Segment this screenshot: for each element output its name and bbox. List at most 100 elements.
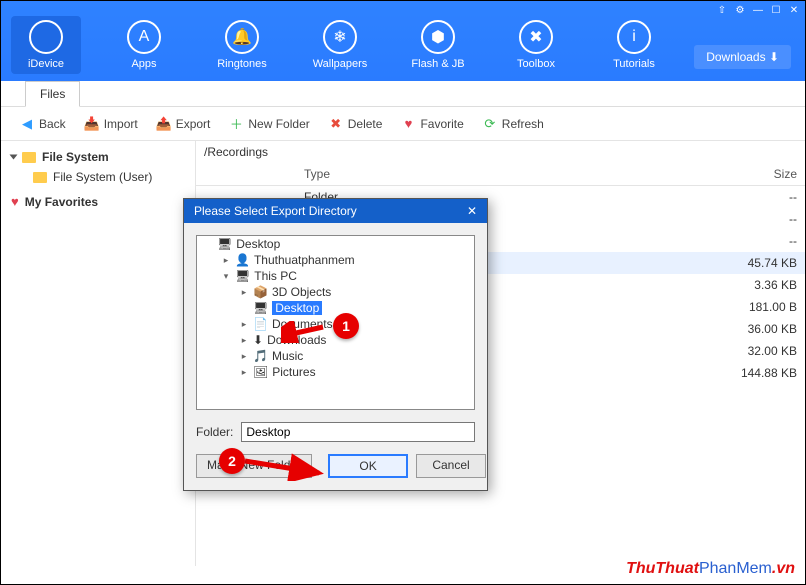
maximize-icon[interactable]: ☐ [769, 3, 783, 17]
folder-tree-item[interactable]: ▸ 🖼 Pictures [197, 364, 474, 380]
tree-file-system-user[interactable]: File System (User) [5, 167, 191, 187]
nav-ringtones[interactable]: 🔔 Ringtones [207, 16, 277, 74]
tab-files[interactable]: Files [25, 81, 80, 107]
import-icon: 📥 [84, 116, 100, 132]
favorite-button[interactable]: ♥Favorite [400, 116, 463, 132]
apple-icon [29, 20, 63, 54]
window-controls: ⇧ ⚙ — ☐ ✕ [715, 3, 801, 17]
nav-toolbox[interactable]: ✖ Toolbox [501, 16, 571, 74]
cell-size: 45.74 KB [705, 255, 805, 271]
chevron-down-icon [10, 155, 18, 160]
favorite-icon: ♥ [400, 116, 416, 132]
col-spacer [196, 163, 296, 185]
nav-label: Ringtones [217, 58, 267, 70]
sidebar-tree: File System File System (User) ♥ My Favo… [1, 141, 196, 566]
folder-input[interactable] [241, 422, 475, 442]
delete-button[interactable]: ✖Delete [328, 116, 383, 132]
tree-my-favorites[interactable]: ♥ My Favorites [5, 191, 191, 212]
nav-label: Toolbox [517, 58, 555, 70]
ok-button[interactable]: OK [328, 454, 408, 478]
folder-label: Folder: [196, 425, 233, 439]
nav-wallpapers[interactable]: ❄ Wallpapers [305, 16, 375, 74]
chevron-icon: ▸ [239, 367, 249, 378]
tabs-row: Files [1, 81, 805, 107]
annotation-badge-2: 2 [219, 448, 245, 474]
folder-tree-item[interactable]: ▾ 🖥 This PC [197, 268, 474, 284]
folder-tree-label: Thuthuatphanmem [254, 253, 355, 267]
close-icon[interactable]: ✕ [787, 3, 801, 17]
chevron-icon: ▸ [221, 255, 231, 266]
folder-tree-label: Pictures [272, 365, 315, 379]
nav-tutorials[interactable]: i Tutorials [599, 16, 669, 74]
export-button[interactable]: 📤Export [156, 116, 211, 132]
tree-label: File System (User) [53, 170, 152, 184]
tree-file-system[interactable]: File System [5, 147, 191, 167]
folder-icon: 🖥 [235, 269, 250, 283]
chevron-icon: ▾ [221, 271, 231, 282]
folder-tree-label: 3D Objects [272, 285, 331, 299]
cell-size: 3.36 KB [705, 277, 805, 293]
refresh-icon: ⟳ [482, 116, 498, 132]
new-folder-icon: ＋ [228, 116, 244, 132]
folder-tree-label: Music [272, 349, 303, 363]
nav-idevice[interactable]: iDevice [11, 16, 81, 74]
folder-icon: 🖼 [253, 365, 268, 379]
refresh-label: Refresh [502, 117, 544, 131]
back-label: Back [39, 117, 66, 131]
cell-size: 32.00 KB [705, 343, 805, 359]
export-directory-dialog: Please Select Export Directory ✕ 🖥Deskto… [183, 198, 488, 491]
cell-size: 144.88 KB [705, 365, 805, 381]
folder-icon: 🎵 [253, 349, 268, 363]
folder-tree-item[interactable]: ▸📦3D Objects [197, 284, 474, 300]
info-icon: i [617, 20, 651, 54]
cell-size: -- [705, 211, 805, 227]
annotation-arrow-1 [281, 321, 327, 343]
main-nav: iDevice A Apps 🔔 Ringtones ❄ Wallpapers … [11, 8, 669, 74]
import-button[interactable]: 📥 Import [84, 116, 138, 132]
folder-tree-item[interactable]: ▸ 👤 Thuthuatphanmem [197, 252, 474, 268]
import-label: Import [104, 117, 138, 131]
folder-tree-label: Desktop [272, 301, 322, 315]
col-type-header[interactable]: Type [296, 163, 436, 185]
export-icon: 📤 [156, 116, 172, 132]
downloads-button[interactable]: Downloads ⬇ [694, 45, 791, 69]
minimize-icon[interactable]: — [751, 3, 765, 17]
tree-label: My Favorites [25, 195, 98, 209]
folder-tree-item[interactable]: 🖥 Desktop [197, 300, 474, 316]
folder-icon [22, 152, 36, 163]
watermark: ThuThuatPhanMem.vn [626, 560, 795, 578]
col-size-header[interactable]: Size [705, 163, 805, 185]
downloads-label: Downloads [706, 50, 765, 64]
nav-label: Tutorials [613, 58, 655, 70]
folder-tree-label: This PC [254, 269, 297, 283]
cell-size: -- [705, 233, 805, 249]
nav-apps[interactable]: A Apps [109, 16, 179, 74]
folder-icon: 👤 [235, 253, 250, 267]
back-button[interactable]: ◀ Back [19, 116, 66, 132]
app-header: ⇧ ⚙ — ☐ ✕ iDevice A Apps 🔔 Ringtones ❄ W… [1, 1, 805, 81]
flash-icon: ⬢ [421, 20, 455, 54]
pin-icon[interactable]: ⇧ [715, 3, 729, 17]
chevron-icon: ▸ [239, 287, 249, 298]
cell-size: 181.00 B [705, 299, 805, 315]
folder-icon: 🖥 [253, 301, 268, 315]
dialog-close-icon[interactable]: ✕ [467, 204, 477, 218]
nav-label: Wallpapers [313, 58, 368, 70]
back-icon: ◀ [19, 116, 35, 132]
heart-icon: ♥ [11, 194, 19, 209]
new-folder-button[interactable]: ＋ New Folder [228, 116, 309, 132]
tree-label: File System [42, 150, 109, 164]
delete-icon: ✖ [328, 116, 344, 132]
gear-icon[interactable]: ⚙ [733, 3, 747, 17]
folder-tree-item[interactable]: 🖥Desktop [197, 236, 474, 252]
cancel-button[interactable]: Cancel [416, 454, 486, 478]
toolbar: ◀ Back 📥 Import 📤Export ＋ New Folder ✖Delet… [1, 107, 805, 141]
folder-icon [33, 172, 47, 183]
refresh-button[interactable]: ⟳ Refresh [482, 116, 544, 132]
folder-tree-item[interactable]: ▸🎵Music [197, 348, 474, 364]
nav-flash-jb[interactable]: ⬢ Flash & JB [403, 16, 473, 74]
grid-header: Type Size [196, 163, 805, 186]
toolbox-icon: ✖ [519, 20, 553, 54]
new-folder-label: New Folder [248, 117, 309, 131]
apps-icon: A [127, 20, 161, 54]
